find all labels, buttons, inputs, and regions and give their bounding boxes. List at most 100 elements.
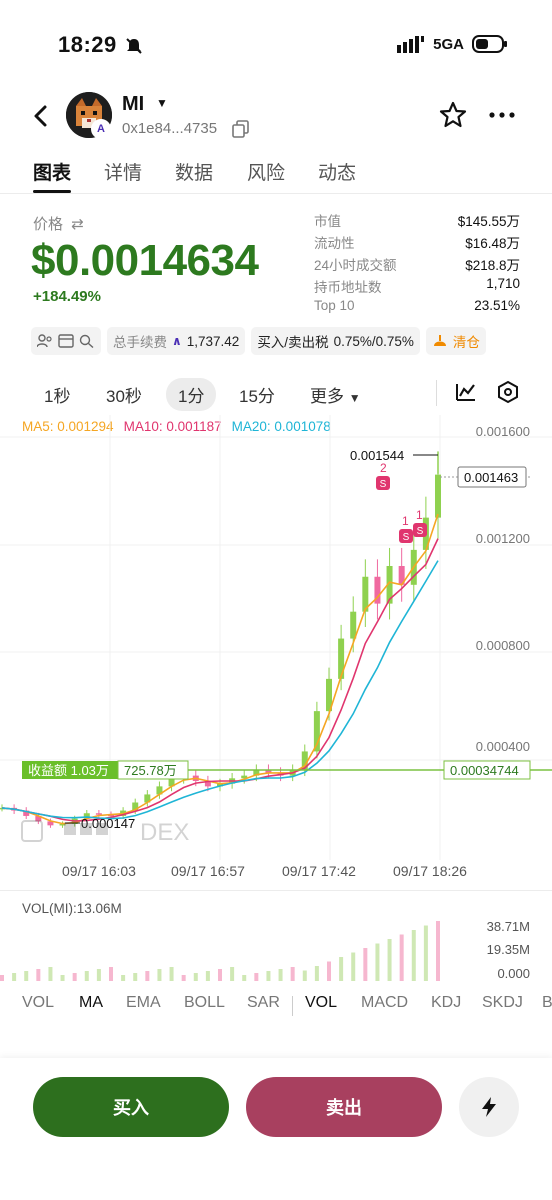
volume-bar [302,970,307,981]
back-arrow-icon[interactable] [28,102,56,130]
sell-button[interactable]: 卖出 [246,1077,442,1137]
quick-trade-button[interactable] [459,1077,519,1137]
clear-position-chip[interactable]: 清仓 [425,327,486,355]
interval-more[interactable]: 更多 ▼ [310,382,361,407]
indicator-tab-boll[interactable]: BOLL [184,994,225,1012]
volume-bar [48,967,53,981]
candle-body [435,474,441,518]
volume-bar [157,969,162,981]
indicator-tab-skdj[interactable]: SKDJ [482,994,523,1012]
stat-row: 持币地址数 1,710 [314,276,520,295]
indicator-tab-ma[interactable]: MA [79,994,103,1012]
caret-down-icon[interactable]: ▼ [156,96,168,110]
status-right: 5GA [397,34,508,54]
volume-bar [218,969,222,981]
tab-activity[interactable]: 动态 [318,158,356,185]
volume-bar [351,952,356,981]
volume-bar [423,925,428,981]
volume-bar [411,930,416,981]
interval-30s[interactable]: 30秒 [106,382,142,407]
swap-icon[interactable]: ⇄ [71,216,84,233]
x-tick: 09/17 16:03 [62,863,136,879]
browser-icon [58,334,74,348]
tool-chip[interactable] [31,327,101,355]
pnl-amount: 725.78万 [124,763,177,778]
candle-body [350,611,357,639]
price-value: $0.0014634 [31,236,259,285]
chain-badge: A [91,119,111,139]
indicator-chart-icon[interactable] [454,380,478,404]
vol-tick: 19.35M [487,942,530,957]
fee-chip[interactable]: 总手续费 ∧ 1,737.42 [107,327,246,355]
volume-bar [387,939,392,981]
tab-details[interactable]: 详情 [104,158,142,185]
y-tick: 0.000800 [476,638,530,653]
interval-selector: 1秒 30秒 1分 15分 更多 ▼ [0,376,552,412]
stat-row: 市值 $145.55万 [314,214,520,229]
stat-row: Top 10 23.51% [314,298,520,313]
volume-bar [109,967,113,981]
volume-bar [266,971,271,981]
volume-bar [72,973,77,981]
interval-1s[interactable]: 1秒 [44,382,70,407]
indicator-tab-more[interactable]: B [542,994,552,1012]
indicator-tab-kdj[interactable]: KDJ [431,994,461,1012]
volume-bar [375,943,380,981]
price-block: 价格 ⇄ $0.0014634 +184.49% 市值 $145.55万 流动性 $… [0,208,552,318]
volume-bar [12,973,17,981]
indicator-tab-vol[interactable]: VOL [22,994,54,1012]
volume-bar [193,973,198,981]
vol-tick: 0.000 [497,966,530,981]
price-label: 价格 ⇄ [33,216,84,233]
status-time: 18:29 [58,32,117,57]
indicator-tab-ema[interactable]: EMA [126,994,161,1012]
signal-icon [397,36,425,53]
volume-panel: VOL(MI):13.06M 38.71M 19.35M 0.000 [0,890,552,986]
volume-chart: 38.71M 19.35M 0.000 [0,919,530,981]
tax-chip[interactable]: 买入/卖出税 0.75%/0.75% [251,327,420,355]
token-header: A MI ▼ 0x1e84...4735 [0,90,552,150]
price-chart[interactable]: 0.001600 0.001200 0.000800 0.000400 收益额 … [0,415,552,860]
y-tick: 0.000400 [476,739,530,754]
sell-marker-letter: S [417,526,424,537]
action-bar: 买入 卖出 [0,1058,552,1200]
stat-row: 24小时成交额 $218.8万 [314,258,520,273]
interval-1m[interactable]: 1分 [166,378,217,411]
vol-tick: 38.71M [487,919,530,934]
current-price-tag: 0.001463 [464,470,518,485]
divider [292,996,293,1016]
volume-bar [84,971,89,981]
interval-15m[interactable]: 15分 [239,382,275,407]
x-tick: 09/17 16:57 [171,863,245,879]
broom-icon [433,335,446,346]
tab-chart[interactable]: 图表 [33,158,71,185]
token-name[interactable]: MI [122,93,144,116]
indicator-tab-sar[interactable]: SAR [247,994,280,1012]
info-chips: 总手续费 ∧ 1,737.42 买入/卖出税 0.75%/0.75% 清仓 [31,327,486,355]
settings-hexagon-icon[interactable] [496,380,520,404]
tab-data[interactable]: 数据 [175,158,213,185]
mute-bell-icon [126,38,142,54]
candle-body [95,813,102,815]
tab-risk[interactable]: 风险 [247,158,285,185]
volume-bar [399,934,404,981]
token-stats: 市值 $145.55万 流动性 $16.48万 24小时成交额 $218.8万 持币地… [314,210,520,320]
stat-row: 流动性 $16.48万 [314,236,520,251]
volume-bar [230,967,235,981]
volume-bar [181,975,186,981]
status-bar: 18:29 5GA [0,0,552,90]
indicator-tab-macd[interactable]: MACD [361,994,408,1012]
copy-icon[interactable] [232,120,250,138]
cost-tag: 0.00034744 [450,763,519,778]
volume-bar [314,966,319,981]
svg-text:DEX: DEX [140,819,189,846]
y-tick: 0.001600 [476,424,530,439]
network-label: 5GA [433,35,464,53]
favorite-star-icon[interactable] [438,100,468,130]
more-options-icon[interactable] [488,100,518,130]
indicator-tab-vol-sub[interactable]: VOL [305,994,337,1012]
buy-button[interactable]: 买入 [33,1077,229,1137]
volume-bars [0,921,440,981]
marker-count: 1 [402,514,409,528]
volume-bar [290,967,295,981]
